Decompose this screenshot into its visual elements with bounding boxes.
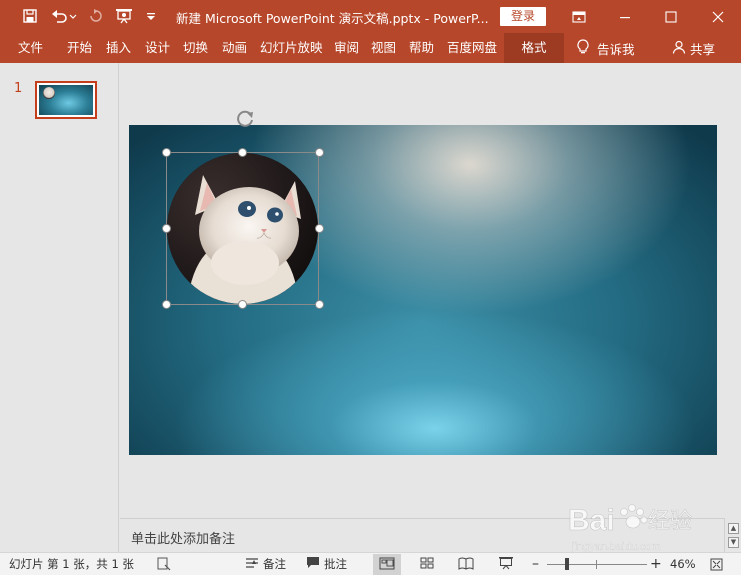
ribbon-display-options-icon[interactable] <box>556 0 602 33</box>
fit-to-window-icon[interactable] <box>710 553 723 575</box>
tab-help[interactable]: 帮助 <box>409 33 434 63</box>
notes-toggle-button[interactable]: 备注 <box>245 553 286 575</box>
tab-format[interactable]: 格式 <box>504 33 564 63</box>
resize-handle-bottom-right[interactable] <box>315 300 324 309</box>
minimize-icon[interactable] <box>602 0 648 33</box>
tab-design[interactable]: 设计 <box>145 33 170 63</box>
scroll-up-icon[interactable]: ▲ <box>728 523 739 534</box>
zoom-slider-thumb[interactable] <box>565 558 569 570</box>
person-icon <box>672 40 686 57</box>
tell-me-label: 告诉我 <box>597 41 635 57</box>
thumbnail-cat-image <box>43 87 55 99</box>
tab-baidu-netdisk[interactable]: 百度网盘 <box>447 33 497 63</box>
picture-selection-frame[interactable] <box>166 152 319 305</box>
comment-icon <box>306 556 320 572</box>
maximize-icon[interactable] <box>648 0 694 33</box>
slide-thumbnail-pane: 1 <box>0 63 119 553</box>
comments-toggle-button[interactable]: 批注 <box>306 553 347 575</box>
scroll-down-icon[interactable]: ▼ <box>728 537 739 548</box>
notes-scrollbar[interactable]: ▲ ▼ <box>724 518 741 552</box>
zoom-slider-midmark <box>596 560 597 569</box>
zoom-level[interactable]: 46% <box>670 553 696 575</box>
share-button[interactable]: 共享 <box>672 33 715 63</box>
window-title: 新建 Microsoft PowerPoint 演示文稿.pptx - Powe… <box>176 11 489 26</box>
resize-handle-bottom[interactable] <box>238 300 247 309</box>
save-icon[interactable] <box>20 6 40 26</box>
tab-file[interactable]: 文件 <box>18 33 43 63</box>
resize-handle-top[interactable] <box>238 148 247 157</box>
book-icon <box>458 557 474 573</box>
undo-icon[interactable] <box>49 6 79 26</box>
share-label: 共享 <box>690 41 716 57</box>
customize-toolbar-icon[interactable] <box>143 6 159 26</box>
presentation-icon[interactable] <box>113 6 135 26</box>
slide-sorter-icon <box>420 557 434 572</box>
tab-slideshow[interactable]: 幻灯片放映 <box>260 33 323 63</box>
resize-handle-top-left[interactable] <box>162 148 171 157</box>
resize-handle-top-right[interactable] <box>315 148 324 157</box>
notes-pane[interactable]: 单击此处添加备注 <box>120 518 724 552</box>
resize-handle-bottom-left[interactable] <box>162 300 171 309</box>
slide-sorter-button[interactable] <box>413 554 441 575</box>
resize-handle-left[interactable] <box>162 224 171 233</box>
resize-handle-right[interactable] <box>315 224 324 233</box>
tab-transitions[interactable]: 切换 <box>183 33 208 63</box>
tab-animations[interactable]: 动画 <box>222 33 247 63</box>
reading-view-button[interactable] <box>452 554 480 575</box>
slideshow-button[interactable] <box>492 554 520 575</box>
status-bar: 幻灯片 第 1 张，共 1 张 备注 批注 – + 46% <box>0 552 741 575</box>
title-bar: 新建 Microsoft PowerPoint 演示文稿.pptx - Powe… <box>0 0 741 33</box>
tab-home[interactable]: 开始 <box>67 33 92 63</box>
tab-view[interactable]: 视图 <box>371 33 396 63</box>
rotate-handle-icon[interactable] <box>233 106 257 130</box>
tell-me-box[interactable]: 告诉我 <box>577 33 635 63</box>
normal-view-icon <box>379 557 395 573</box>
zoom-out-button[interactable]: – <box>532 553 539 575</box>
thumbnail-number: 1 <box>14 81 23 96</box>
redo-icon[interactable] <box>86 6 104 26</box>
login-button[interactable]: 登录 <box>500 7 546 26</box>
notes-icon <box>245 557 259 572</box>
tab-insert[interactable]: 插入 <box>106 33 131 63</box>
notes-label: 备注 <box>263 557 286 571</box>
thumbnail-preview <box>39 85 93 115</box>
zoom-in-button[interactable]: + <box>650 553 662 575</box>
language-icon[interactable] <box>157 553 171 575</box>
slideshow-icon <box>498 556 514 573</box>
slide-thumbnail[interactable] <box>35 81 97 119</box>
slide-count: 幻灯片 第 1 张，共 1 张 <box>9 557 134 571</box>
normal-view-button[interactable] <box>373 554 401 575</box>
zoom-slider-track[interactable] <box>547 564 647 565</box>
comments-label: 批注 <box>324 557 347 571</box>
ribbon-tabs: 文件 开始 插入 设计 切换 动画 幻灯片放映 审阅 视图 帮助 百度网盘 格式… <box>0 33 741 63</box>
notes-placeholder: 单击此处添加备注 <box>131 532 236 547</box>
close-icon[interactable] <box>695 0 741 33</box>
lightbulb-icon <box>577 38 589 58</box>
tab-review[interactable]: 审阅 <box>334 33 359 63</box>
